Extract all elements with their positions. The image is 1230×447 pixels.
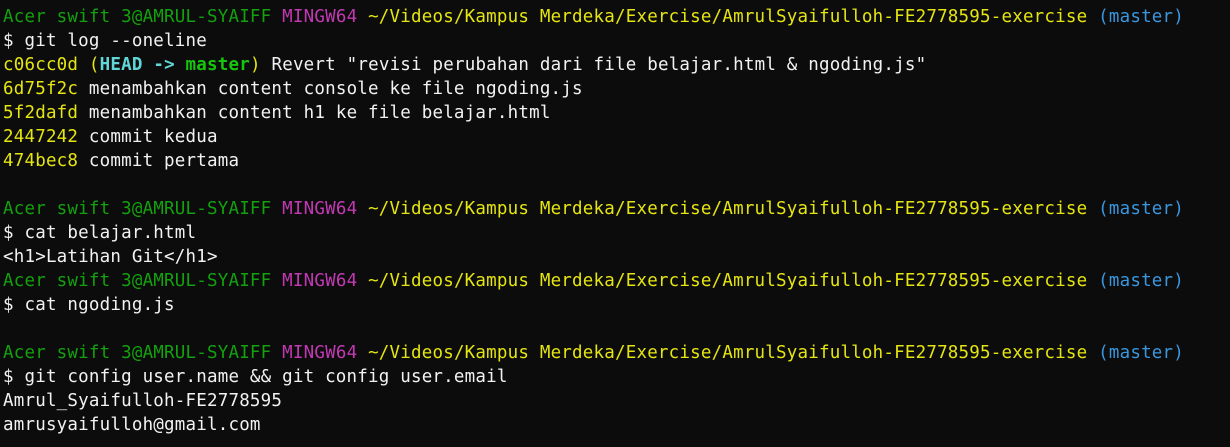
prompt-env: MINGW64 [282,271,358,291]
prompt-branch: (master) [1098,271,1185,291]
commit-hash: 5f2dafd [3,103,79,123]
commit-row: 474bec8 commit pertama [3,149,1230,173]
commit-message: menambahkan content console ke file ngod… [88,79,583,99]
prompt-user: Acer swift 3@AMRUL-SYAIFF [3,7,272,27]
prompt-path: ~/Videos/Kampus Merdeka/Exercise/AmrulSy… [368,343,1088,363]
prompt-user: Acer swift 3@AMRUL-SYAIFF [3,271,272,291]
terminal-window[interactable]: Acer swift 3@AMRUL-SYAIFF MINGW64 ~/Vide… [0,0,1230,447]
commit-hash: 6d75f2c [3,79,79,99]
prompt-path: ~/Videos/Kampus Merdeka/Exercise/AmrulSy… [368,7,1088,27]
output-line: amrusyaifulloh@gmail.com [3,415,261,435]
prompt-line: Acer swift 3@AMRUL-SYAIFF MINGW64 ~/Vide… [3,341,1230,365]
command-line: $ cat ngoding.js [3,295,175,315]
ref-branch: master [185,55,250,75]
prompt-branch: (master) [1098,7,1185,27]
ref-paren-open: ( [88,55,100,75]
prompt-line: Acer swift 3@AMRUL-SYAIFF MINGW64 ~/Vide… [3,5,1230,29]
commit-hash: 474bec8 [3,151,79,171]
prompt-env: MINGW64 [282,199,358,219]
command-line: $ git log --oneline [3,31,207,51]
prompt-env: MINGW64 [282,7,358,27]
commit-row: 5f2dafd menambahkan content h1 ke file b… [3,101,1230,125]
ref-paren-close: ) [249,55,261,75]
commit-row: 6d75f2c menambahkan content console ke f… [3,77,1230,101]
command-line: $ cat belajar.html [3,223,197,243]
commit-message: Revert "revisi perubahan dari file belaj… [271,55,927,75]
commit-message: commit pertama [88,151,240,171]
prompt-path: ~/Videos/Kampus Merdeka/Exercise/AmrulSy… [368,199,1088,219]
ref-head: HEAD -> [99,55,186,75]
output-line: <h1>Latihan Git</h1> [3,247,218,267]
prompt-user: Acer swift 3@AMRUL-SYAIFF [3,343,272,363]
prompt-user: Acer swift 3@AMRUL-SYAIFF [3,199,272,219]
commit-hash: c06cc0d [3,55,79,75]
commit-message: menambahkan content h1 ke file belajar.h… [88,103,551,123]
prompt-line: Acer swift 3@AMRUL-SYAIFF MINGW64 ~/Vide… [3,197,1230,221]
output-line: Amrul_Syaifulloh-FE2778595 [3,391,283,411]
command-line: $ git config user.name && git config use… [3,367,508,387]
prompt-branch: (master) [1098,199,1185,219]
prompt-env: MINGW64 [282,343,358,363]
commit-message: commit kedua [88,127,218,147]
commit-row: 2447242 commit kedua [3,125,1230,149]
commit-hash: 2447242 [3,127,79,147]
prompt-path: ~/Videos/Kampus Merdeka/Exercise/AmrulSy… [368,271,1088,291]
prompt-branch: (master) [1098,343,1185,363]
commit-row: c06cc0d (HEAD -> master) Revert "revisi … [3,53,1230,77]
prompt-line: Acer swift 3@AMRUL-SYAIFF MINGW64 ~/Vide… [3,269,1230,293]
